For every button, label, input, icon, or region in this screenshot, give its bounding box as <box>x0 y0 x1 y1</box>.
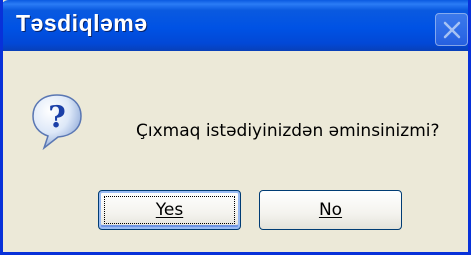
dialog-title: Təsdiqləmə <box>16 10 148 36</box>
confirmation-dialog: Təsdiqləmə ? Çıxmaq istədiyinizdən əmins… <box>0 0 471 255</box>
close-button[interactable] <box>435 13 468 46</box>
no-button-label: No <box>318 200 343 220</box>
dialog-message: Çıxmaq istədiyinizdən əminsinizmi? <box>136 121 440 141</box>
close-icon <box>443 21 461 39</box>
question-icon: ? <box>32 94 82 151</box>
svg-text:?: ? <box>48 100 66 135</box>
title-bar[interactable]: Təsdiqləmə <box>3 0 468 51</box>
no-button[interactable]: No <box>259 190 402 230</box>
yes-button[interactable]: Yes <box>98 190 241 230</box>
yes-button-label: Yes <box>155 200 184 220</box>
